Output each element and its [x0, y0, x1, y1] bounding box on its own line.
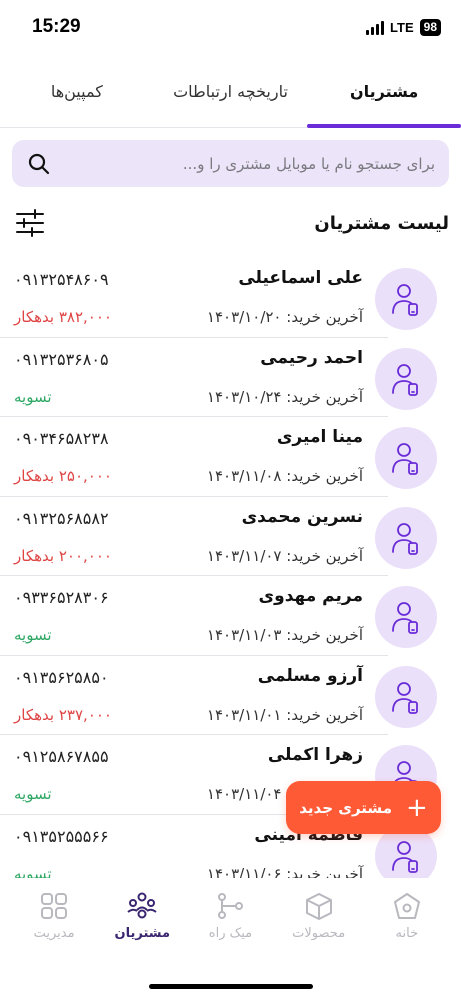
customer-balance: ۳۸۲,۰۰۰ بدهکار	[14, 308, 112, 326]
customer-phone: ۰۹۱۳۵۲۵۵۵۶۶	[14, 826, 109, 846]
customer-row[interactable]: علی اسماعیلی ۰۹۱۳۲۵۴۸۶۰۹ آخرین خرید: ۱۴۰۳/…	[0, 258, 461, 338]
customer-row[interactable]: آرزو مسلمی ۰۹۱۳۵۶۲۵۸۵۰ آخرین خرید: ۱۴۰۳/۱۱…	[0, 656, 461, 735]
customer-phone: ۰۹۱۳۲۵۳۶۸۰۵	[14, 349, 109, 369]
customer-avatar-icon	[375, 506, 437, 569]
nav-customers-label: مشتریان	[114, 926, 171, 941]
nav-home-label: خانه	[395, 926, 419, 941]
last-purchase: آخرین خرید: ۱۴۰۳/۱۱/۰۳	[207, 626, 363, 644]
network-label: LTE	[390, 20, 414, 35]
nav-flow[interactable]: میک راه	[190, 890, 270, 968]
search-input[interactable]	[52, 154, 435, 173]
nav-management[interactable]: مدیریت	[14, 890, 94, 968]
customer-name: آرزو مسلمی	[257, 665, 363, 686]
customer-avatar-icon	[375, 586, 437, 648]
grid-icon	[38, 890, 70, 922]
customers-icon	[126, 890, 158, 922]
customer-balance: تسویه	[14, 626, 52, 644]
customer-phone: ۰۹۱۲۵۸۶۷۸۵۵	[14, 747, 109, 766]
last-purchase-label: آخرین خرید:	[286, 546, 363, 565]
nav-customers[interactable]: مشتریان	[102, 890, 182, 968]
nav-products[interactable]: محصولات	[279, 890, 359, 968]
box-icon	[303, 890, 335, 922]
signal-icon	[366, 20, 385, 35]
last-purchase-date: ۱۴۰۳/۱۱/۰۴	[206, 785, 282, 803]
customer-balance: ۲۳۷,۰۰۰ بدهکار	[14, 705, 112, 724]
new-customer-label: مشتری جدید	[299, 798, 392, 817]
list-header: لیست مشتریان	[0, 200, 461, 246]
status-time: 15:29	[32, 16, 81, 37]
last-purchase-date: ۱۴۰۳/۱۱/۰۸	[206, 467, 282, 485]
last-purchase-date: ۱۴۰۳/۱۱/۰۱	[206, 705, 282, 724]
last-purchase: آخرین خرید: ۱۴۰۳/۱۰/۲۰	[207, 308, 363, 326]
last-purchase-label: آخرین خرید:	[286, 626, 363, 644]
customer-row[interactable]: مریم مهدوی ۰۹۳۳۶۵۲۸۳۰۶ آخرین خرید: ۱۴۰۳/۱۱…	[0, 576, 461, 656]
tab-communication-history[interactable]: تاریخچه ارتباطات	[154, 56, 308, 127]
customer-name: زهرا اکملی	[267, 745, 363, 765]
plus-icon: +	[405, 792, 428, 823]
customer-phone: ۰۹۱۳۲۵۴۸۶۰۹	[14, 270, 109, 289]
status-bar: 15:29 LTE 98	[0, 0, 461, 56]
tab-campaigns[interactable]: کمپین‌ها	[0, 56, 154, 127]
search-icon[interactable]	[26, 151, 52, 177]
last-purchase-label: آخرین خرید:	[286, 387, 363, 406]
nav-home[interactable]: خانه	[367, 890, 447, 968]
nav-flow-label: میک راه	[208, 926, 253, 941]
new-customer-button[interactable]: + مشتری جدید	[286, 781, 441, 834]
last-purchase: آخرین خرید: ۱۴۰۳/۱۱/۰۸	[207, 467, 363, 485]
customer-avatar-icon	[375, 347, 437, 410]
customer-name: مریم مهدوی	[258, 586, 363, 606]
customer-balance: تسویه	[14, 387, 52, 406]
customer-balance: ۲۰۰,۰۰۰ بدهکار	[14, 546, 112, 565]
top-tabs: مشتریان تاریخچه ارتباطات کمپین‌ها	[0, 56, 461, 128]
last-purchase: آخرین خرید: ۱۴۰۳/۱۱/۰۱	[207, 706, 363, 724]
home-icon	[391, 890, 423, 922]
flow-icon	[214, 890, 246, 922]
last-purchase-date: ۱۴۰۳/۱۱/۰۳	[206, 626, 282, 644]
customer-phone: ۰۹۱۳۵۶۲۵۸۵۰	[14, 667, 109, 687]
search-bar	[12, 140, 449, 187]
nav-management-label: مدیریت	[33, 926, 75, 941]
customer-row[interactable]: نسرین محمدی ۰۹۱۳۲۵۶۸۵۸۲ آخرین خرید: ۱۴۰۳/۱…	[0, 497, 461, 576]
customer-row[interactable]: مینا امیری ۰۹۰۳۴۶۵۸۲۳۸ آخرین خرید: ۱۴۰۳/۱۱…	[0, 417, 461, 497]
last-purchase-label: آخرین خرید:	[286, 705, 363, 724]
last-purchase: آخرین خرید: ۱۴۰۳/۱۱/۰۷	[207, 547, 363, 565]
customer-name: علی اسماعیلی	[238, 268, 363, 288]
customer-avatar-icon	[375, 665, 437, 728]
customer-balance: ۲۵۰,۰۰۰ بدهکار	[14, 467, 112, 485]
customer-row[interactable]: احمد رحیمی ۰۹۱۳۲۵۳۶۸۰۵ آخرین خرید: ۱۴۰۳/۱۰…	[0, 338, 461, 417]
customer-phone: ۰۹۰۳۴۶۵۸۲۳۸	[14, 429, 109, 448]
customer-balance: تسویه	[14, 785, 52, 803]
customer-name: احمد رحیمی	[260, 347, 363, 368]
battery-icon: 98	[419, 19, 441, 36]
customer-name: نسرین محمدی	[241, 506, 363, 527]
last-purchase-label: آخرین خرید:	[286, 308, 363, 326]
home-indicator	[149, 984, 313, 989]
customer-phone: ۰۹۱۳۲۵۶۸۵۸۲	[14, 508, 109, 528]
filter-icon[interactable]	[14, 207, 46, 239]
customer-name: مینا امیری	[276, 427, 363, 447]
customer-avatar-icon	[375, 268, 437, 330]
list-title: لیست مشتریان	[314, 212, 449, 234]
nav-products-label: محصولات	[292, 926, 346, 941]
last-purchase-date: ۱۴۰۳/۱۱/۰۷	[206, 546, 282, 565]
status-indicators: LTE 98	[366, 19, 441, 36]
last-purchase-date: ۱۴۰۳/۱۰/۲۰	[206, 308, 282, 326]
customer-phone: ۰۹۳۳۶۵۲۸۳۰۶	[14, 588, 109, 607]
customer-avatar-icon	[375, 427, 437, 489]
last-purchase: آخرین خرید: ۱۴۰۳/۱۰/۲۴	[207, 388, 363, 406]
last-purchase-label: آخرین خرید:	[286, 467, 363, 485]
bottom-nav: خانه محصولات میک راه مشتریان مدیریت	[0, 878, 461, 968]
tab-customers[interactable]: مشتریان	[307, 56, 461, 128]
last-purchase-date: ۱۴۰۳/۱۰/۲۴	[206, 387, 282, 406]
